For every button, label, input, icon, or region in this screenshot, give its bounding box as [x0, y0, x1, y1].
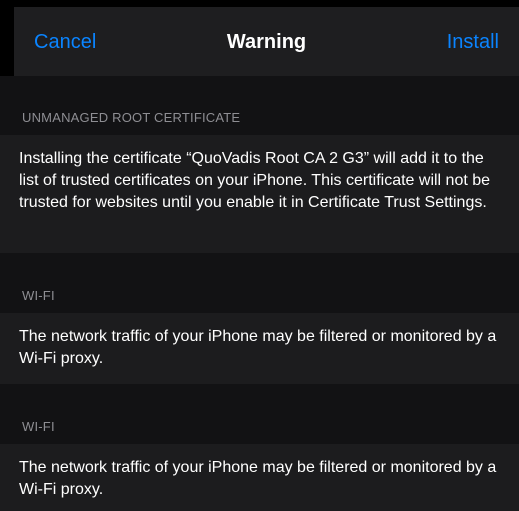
section-header-label: UNMANAGED ROOT CERTIFICATE: [22, 110, 241, 125]
section-header-wifi: WI-FI: [0, 253, 519, 313]
section-header-label: WI-FI: [22, 419, 55, 434]
profile-warning-screen: Cancel Warning Install UNMANAGED ROOT CE…: [0, 0, 519, 511]
page-title: Warning: [226, 31, 307, 53]
section-header-label: WI-FI: [22, 288, 55, 303]
install-button[interactable]: Install: [447, 29, 499, 55]
section-body-text: The network traffic of your iPhone may b…: [19, 328, 497, 367]
section-header-root-certificate: UNMANAGED ROOT CERTIFICATE: [0, 76, 519, 135]
warning-list[interactable]: UNMANAGED ROOT CERTIFICATE Installing th…: [0, 76, 519, 511]
wifi-warning-text-2: The network traffic of your iPhone may b…: [0, 444, 519, 511]
section-body-text: Installing the certificate “QuoVadis Roo…: [19, 150, 491, 211]
section-header-wifi-2: WI-FI: [0, 384, 519, 444]
navigation-bar: Cancel Warning Install: [14, 7, 519, 76]
wifi-warning-text: The network traffic of your iPhone may b…: [0, 313, 519, 384]
root-certificate-warning-text: Installing the certificate “QuoVadis Roo…: [0, 135, 519, 253]
section-body-text: The network traffic of your iPhone may b…: [19, 459, 497, 498]
